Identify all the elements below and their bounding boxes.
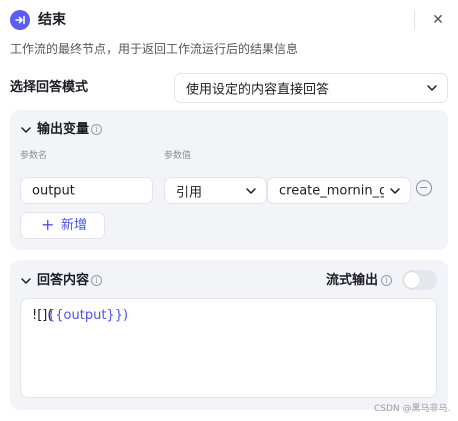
close-icon: ✕ (432, 12, 444, 28)
collapse-output-chevron-icon[interactable] (20, 124, 32, 136)
node-title: 结束 (38, 12, 66, 28)
add-variable-button[interactable]: + 新增 (20, 212, 105, 239)
chevron-down-icon (390, 187, 400, 194)
end-node-icon (10, 10, 30, 30)
info-icon[interactable]: i (91, 124, 102, 135)
param-name-input[interactable]: output (20, 177, 153, 204)
add-variable-label: 新增 (61, 218, 88, 233)
stream-output-toggle[interactable] (402, 270, 437, 290)
remove-row-minus-icon[interactable] (416, 180, 432, 196)
param-value-text: create_mornin_g (279, 183, 384, 198)
answer-mode-select[interactable]: 使用设定的内容直接回答 (174, 73, 448, 103)
answer-content-textarea[interactable]: ![]( {{output}}) (20, 298, 437, 398)
node-description: 工作流的最终节点，用于返回工作流运行后的结果信息 (10, 42, 299, 56)
toggle-knob (404, 272, 420, 288)
info-icon[interactable]: i (91, 275, 102, 286)
header-divider (414, 10, 415, 30)
param-value-select[interactable]: create_mornin_g (267, 177, 411, 204)
chevron-down-icon (427, 85, 437, 91)
close-button[interactable]: ✕ (428, 10, 448, 30)
collapse-answer-chevron-icon[interactable] (20, 275, 32, 287)
column-header-param-value: 参数值 (164, 151, 192, 161)
stream-output-label: 流式输出 (326, 273, 379, 288)
node-header: 结束 ✕ (0, 0, 458, 40)
answer-content-variable: {{output}}) (47, 308, 129, 323)
output-variables-title: 输出变量 (37, 122, 90, 137)
param-source-type-value: 引用 (176, 185, 203, 200)
column-header-param-name: 参数名 (20, 151, 48, 161)
watermark: CSDN @黑马非马. (374, 404, 451, 414)
answer-content-title: 回答内容 (37, 273, 90, 288)
answer-mode-value: 使用设定的内容直接回答 (186, 82, 330, 98)
chevron-down-icon (246, 187, 256, 194)
plus-icon: + (41, 215, 55, 234)
answer-mode-label: 选择回答模式 (10, 80, 89, 95)
info-icon[interactable]: i (381, 275, 392, 286)
param-name-value: output (32, 183, 75, 198)
param-source-type-select[interactable]: 引用 (164, 177, 267, 204)
